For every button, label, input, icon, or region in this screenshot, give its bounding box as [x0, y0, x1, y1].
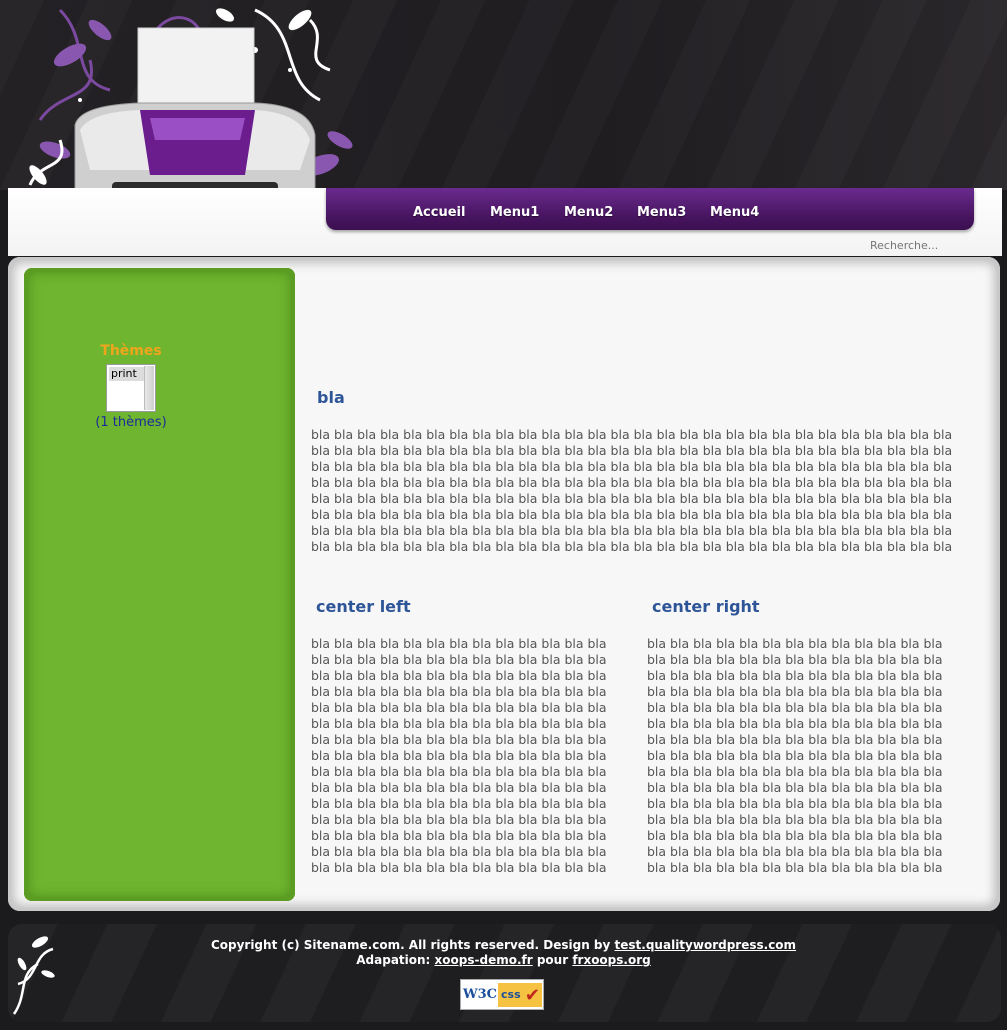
adaptation-mid-text: pour: [532, 953, 573, 967]
center-block-text: bla bla bla bla bla bla bla bla bla bla …: [311, 427, 953, 557]
nav-item-menu2[interactable]: Menu2: [564, 205, 613, 220]
frxoops-link[interactable]: frxoops.org: [572, 953, 650, 967]
checkmark-icon: ✔: [524, 985, 540, 1006]
copyright-text: Copyright (c) Sitename.com. All rights r…: [210, 938, 615, 952]
search-input[interactable]: [870, 237, 980, 253]
nav-item-menu4[interactable]: Menu4: [710, 205, 759, 220]
themes-count: (1 thèmes): [95, 415, 167, 430]
css-text: css: [501, 988, 521, 1001]
center-block-title: bla: [317, 388, 345, 407]
footer-copyright: Copyright (c) Sitename.com. All rights r…: [0, 938, 1007, 952]
footer-adaptation: Adapation: xoops-demo.fr pour frxoops.or…: [0, 953, 1007, 967]
main-navigation: Accueil Menu1 Menu2 Menu3 Menu4: [326, 188, 974, 230]
center-right-block-text: bla bla bla bla bla bla bla bla bla bla …: [647, 636, 943, 875]
center-left-block-title: center left: [316, 597, 411, 616]
css-label: css ✔: [498, 983, 542, 1007]
adaptation-text: Adapation:: [356, 953, 435, 967]
design-link[interactable]: test.qualitywordpress.com: [615, 938, 797, 952]
nav-item-menu3[interactable]: Menu3: [637, 205, 686, 220]
w3c-css-badge[interactable]: W3C css ✔: [460, 979, 544, 1010]
center-left-block-text: bla bla bla bla bla bla bla bla bla bla …: [311, 636, 607, 875]
xoops-demo-link[interactable]: xoops-demo.fr: [435, 953, 533, 967]
nav-item-menu1[interactable]: Menu1: [490, 205, 539, 220]
nav-item-accueil[interactable]: Accueil: [413, 205, 465, 220]
w3c-logo-icon: W3C: [463, 987, 497, 1002]
themes-select-scrollbar[interactable]: [144, 366, 154, 410]
themes-block-title: Thèmes: [100, 343, 162, 359]
themes-select[interactable]: print: [106, 364, 156, 412]
left-sidebar: [24, 268, 295, 901]
themes-option-selected[interactable]: print: [109, 367, 145, 381]
center-right-block-title: center right: [652, 597, 760, 616]
